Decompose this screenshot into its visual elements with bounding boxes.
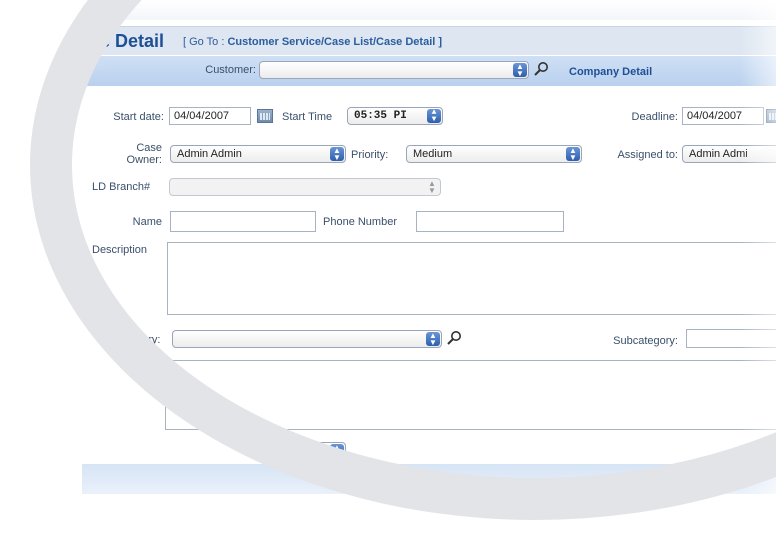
screenshot-stage: e Detail [ Go To : Customer Service/Case… bbox=[0, 0, 776, 533]
